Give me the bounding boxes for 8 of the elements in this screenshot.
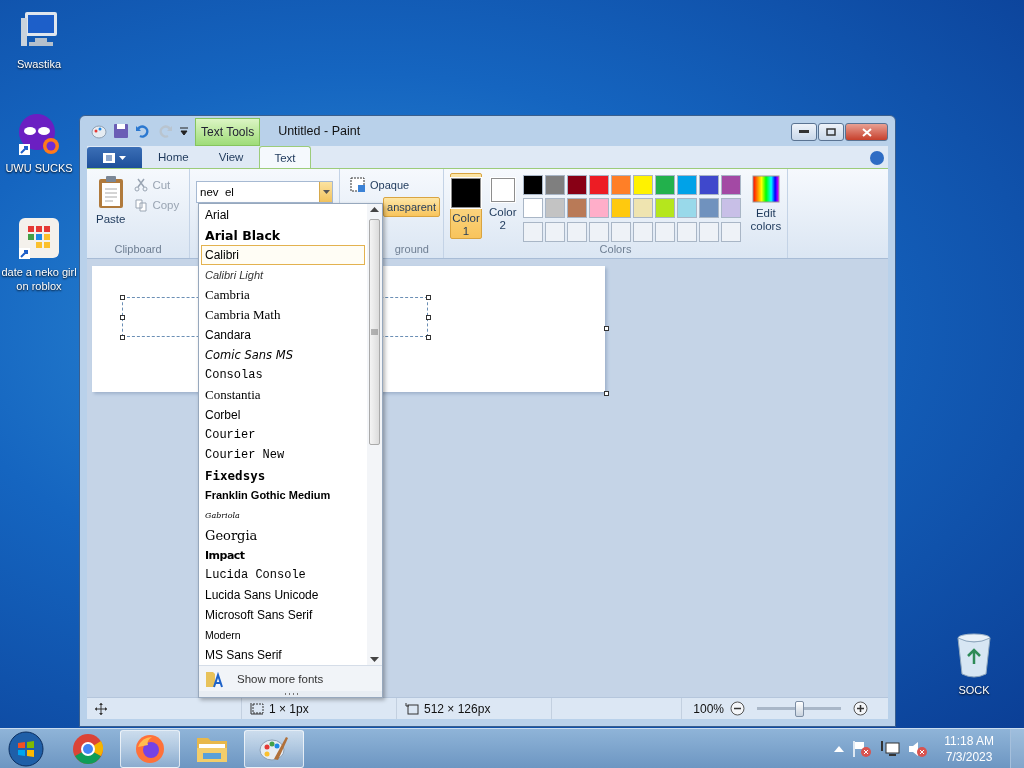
zoom-level-text: 100% xyxy=(693,701,724,716)
group-label: Colors xyxy=(599,243,632,257)
canvas-size-text: 512 × 126px xyxy=(424,701,491,716)
window-title: Untitled - Paint xyxy=(278,124,361,138)
group-label: ground xyxy=(394,243,430,257)
context-tab-header: Text Tools xyxy=(195,118,261,146)
selection-size-text: 1 × 1px xyxy=(269,701,309,716)
group-label: Clipboard xyxy=(114,243,162,257)
